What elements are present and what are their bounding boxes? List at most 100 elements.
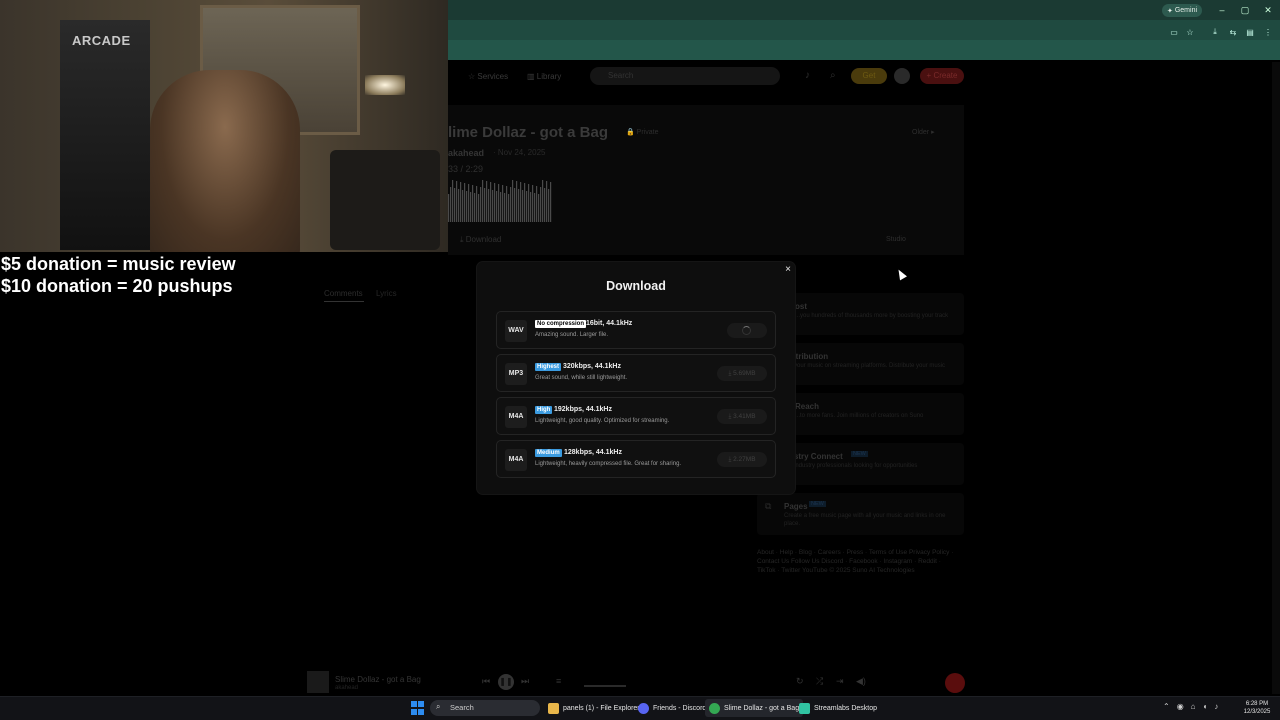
avatar[interactable] (894, 68, 910, 84)
close-window-button[interactable]: ✕ (1261, 4, 1275, 16)
older-link[interactable]: Older ▸ (912, 128, 935, 136)
next-icon[interactable]: ⏭ (521, 676, 529, 687)
taskbar-streamlabs[interactable]: Streamlabs Desktop (795, 699, 881, 717)
download-option-m4a-high[interactable]: M4A High 192kbps, 44.1kHz Lightweight, g… (496, 397, 776, 435)
player-thumbnail[interactable] (307, 671, 329, 693)
download-icon[interactable]: ⤓ (1209, 26, 1221, 38)
volume-icon[interactable]: ◀) (856, 676, 866, 687)
waveform-bar (520, 182, 522, 222)
previous-icon[interactable]: ⏮ (482, 676, 490, 687)
extensions-icon[interactable]: ⇆ (1227, 26, 1239, 38)
waveform-bar (522, 190, 524, 222)
windows-start-icon[interactable] (411, 701, 425, 715)
side-card-title: Reach (795, 402, 820, 411)
studio-button[interactable]: Studio (886, 236, 906, 243)
nav-services[interactable]: ☆ Services (468, 72, 508, 81)
webcam-feed: ARCADE (0, 0, 448, 252)
artist-name[interactable]: akahead (448, 148, 484, 158)
gemini-button[interactable]: ✦ Gemini (1162, 4, 1202, 17)
side-card-pages[interactable]: ⧉ Pages NEW Create a free music page wit… (757, 493, 964, 535)
waveform-bar (448, 194, 450, 222)
maximize-button[interactable]: ▢ (1238, 4, 1252, 16)
waveform-bar (456, 181, 458, 222)
chrome-icon (709, 702, 720, 714)
browser-tab-strip (448, 0, 1280, 20)
star-icon[interactable]: ☆ (1184, 26, 1196, 38)
pause-button[interactable]: ❚❚ (498, 674, 514, 690)
close-icon[interactable]: × (783, 265, 793, 275)
waveform[interactable] (448, 178, 553, 222)
download-button-background[interactable]: ⤓ Download (460, 235, 501, 245)
footer-links[interactable]: About · Help · Blog · Careers · Press · … (757, 548, 957, 575)
tab-comments[interactable]: Comments (324, 289, 363, 298)
taskbar-chrome[interactable]: Slime Dollaz - got a Bag (705, 699, 804, 717)
waveform-bar (524, 183, 526, 222)
side-card-desc: Create a free music page with all your m… (784, 513, 946, 527)
nav-library[interactable]: ▥ Library (527, 72, 561, 81)
download-option-m4a-medium[interactable]: M4A Medium 128kbps, 44.1kHz Lightweight,… (496, 440, 776, 478)
skip-icon[interactable]: ⇥ (836, 676, 844, 687)
scrollbar[interactable] (1272, 62, 1280, 694)
waveform-bar (460, 182, 462, 222)
profile-icon[interactable]: ▤ (1244, 26, 1256, 38)
waveform-bar (484, 188, 486, 222)
waveform-bar (514, 188, 516, 222)
arcade-sign: ARCADE (72, 33, 131, 48)
waveform-bar (464, 183, 466, 222)
waveform-bar (550, 182, 552, 222)
format-spec: 320kbps, 44.1kHz (563, 363, 621, 370)
create-button[interactable]: + Create (920, 68, 964, 84)
download-option-wav[interactable]: WAV No compression 16bit, 44.1kHz Amazin… (496, 311, 776, 349)
loading-spinner (727, 323, 767, 338)
download-option-mp3[interactable]: MP3 Highest 320kbps, 44.1kHz Great sound… (496, 354, 776, 392)
download-size-button[interactable]: ⤓ 2.27MB (717, 452, 767, 467)
progress-bar[interactable] (584, 685, 626, 687)
waveform-bar (500, 192, 502, 222)
site-search-input[interactable]: Search (590, 67, 780, 85)
taskbar-file-explorer[interactable]: panels (1) - File Explorer (544, 699, 644, 717)
queue-icon[interactable]: ≡ (556, 676, 561, 686)
format-description: Amazing sound. Larger file. (535, 332, 609, 338)
arcade-cabinet (60, 20, 150, 250)
player-artist[interactable]: akahead (335, 685, 358, 691)
repeat-icon[interactable]: ↻ (796, 676, 804, 687)
gemini-label: Gemini (1174, 7, 1198, 14)
system-tray[interactable]: ⌃◉⌂◖♪ (1163, 702, 1225, 711)
waveform-bar (468, 184, 470, 222)
song-title: lime Dollaz - got a Bag (448, 124, 609, 141)
tab-lyrics[interactable]: Lyrics (376, 289, 397, 298)
record-button[interactable] (945, 673, 965, 693)
bell-icon[interactable]: ♪ (805, 70, 817, 82)
waveform-bar (480, 187, 482, 222)
player-title[interactable]: Slime Dollaz - got a Bag (335, 675, 421, 684)
waveform-bar (486, 181, 488, 222)
format-spec: 192kbps, 44.1kHz (554, 406, 612, 413)
shuffle-icon[interactable]: ⤮ (816, 676, 823, 687)
clock[interactable]: 6:28 PM 12/3/2025 (1240, 700, 1274, 716)
get-button[interactable]: Get (851, 68, 887, 84)
waveform-bar (516, 181, 518, 222)
waveform-bar (492, 190, 494, 222)
waveform-bar (458, 189, 460, 222)
menu-icon[interactable]: ⋮ (1262, 26, 1274, 38)
search-icon[interactable]: ⌕ (830, 70, 836, 81)
waveform-bar (546, 181, 548, 222)
waveform-bar (504, 193, 506, 222)
waveform-bar (472, 185, 474, 222)
waveform-bar (548, 189, 550, 222)
taskbar-discord[interactable]: Friends - Discord (634, 699, 710, 717)
waveform-bar (490, 182, 492, 222)
folder-icon (548, 702, 559, 714)
download-size-button[interactable]: ⤓ 5.69MB (717, 366, 767, 381)
waveform-bar (470, 192, 472, 222)
side-card-desc: ...to more fans. Join millions of creato… (795, 413, 924, 419)
download-size-button[interactable]: ⤓ 3.41MB (717, 409, 767, 424)
install-icon[interactable]: ▭ (1168, 26, 1180, 38)
discord-icon (638, 702, 649, 714)
minimize-button[interactable]: – (1215, 4, 1229, 16)
waveform-bar (454, 188, 456, 222)
side-card-desc: ...industry professionals looking for op… (789, 463, 918, 469)
waveform-bar (494, 183, 496, 222)
taskbar-search[interactable]: Search (430, 700, 540, 716)
format-label: M4A (505, 406, 527, 428)
